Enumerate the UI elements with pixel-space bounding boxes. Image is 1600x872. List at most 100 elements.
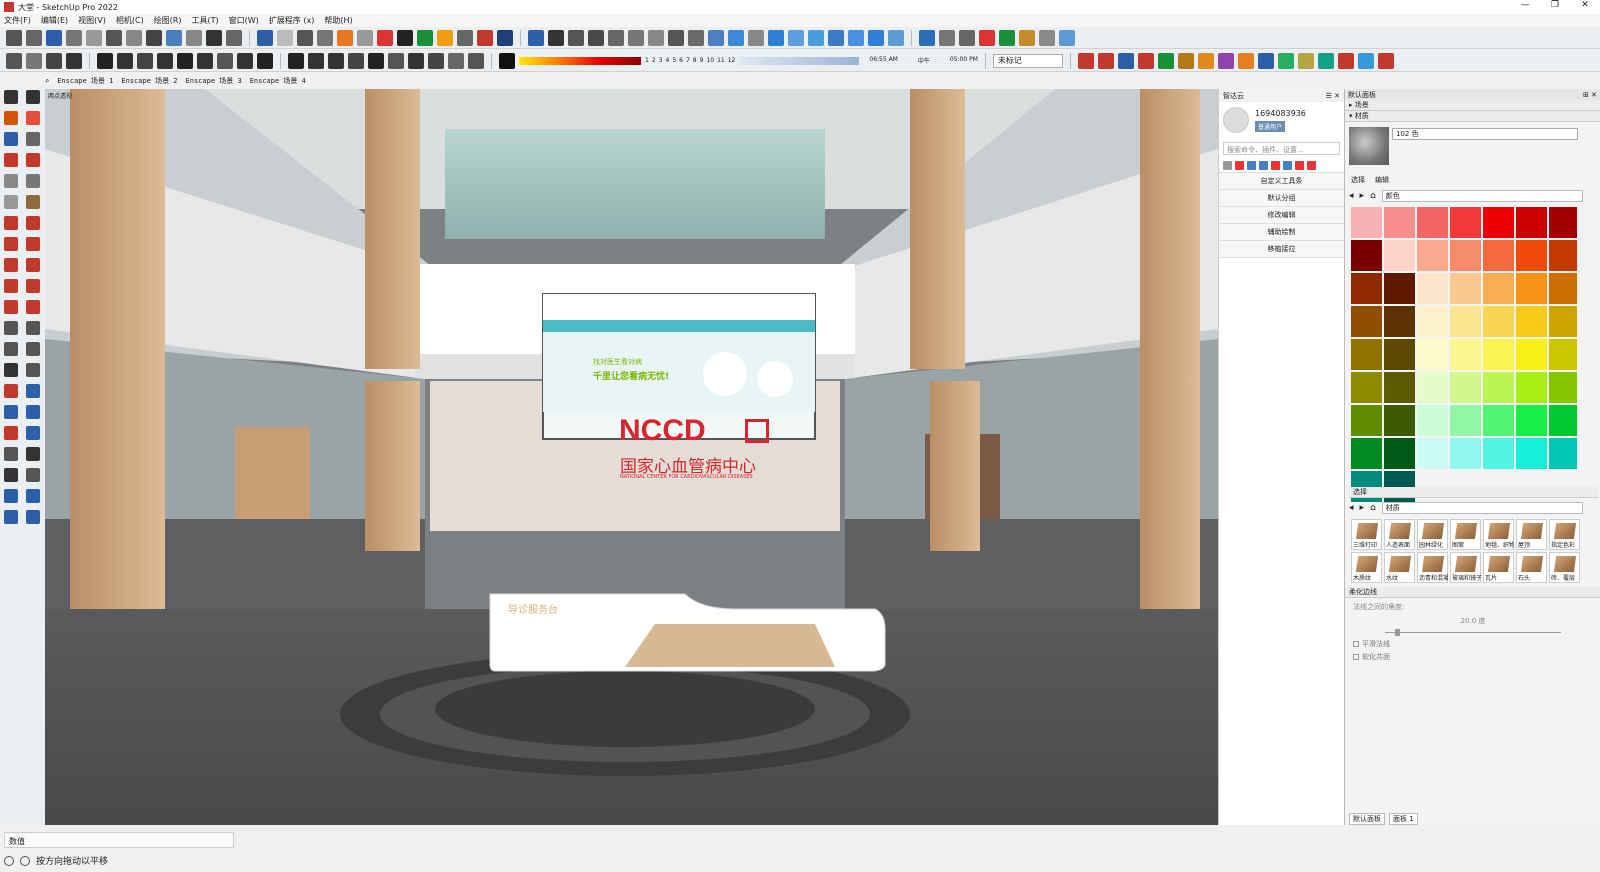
color-swatch[interactable] bbox=[1351, 438, 1382, 469]
toolbar-tool-icon-41[interactable] bbox=[828, 29, 844, 46]
library-dropdown[interactable]: 颜色 bbox=[1381, 189, 1583, 202]
plugin-item-push-pull[interactable]: 移植接拉 bbox=[1219, 241, 1344, 258]
color-swatch[interactable] bbox=[1384, 207, 1415, 238]
soften-coplanar-checkbox[interactable]: 软化共面 bbox=[1353, 652, 1593, 662]
material-folder[interactable]: 指定色彩 bbox=[1549, 519, 1580, 550]
toolbar-tool-icon-28[interactable] bbox=[568, 29, 584, 46]
toolbar-tool-icon-51[interactable] bbox=[1039, 29, 1055, 46]
left-tool-icon-29[interactable] bbox=[4, 384, 18, 398]
section-scenes[interactable]: ▸ 场景 bbox=[1345, 100, 1600, 111]
left-tool-icon-40[interactable] bbox=[26, 489, 40, 503]
toolbar-tool-icon-50[interactable] bbox=[1019, 29, 1035, 46]
left-tool-icon-34[interactable] bbox=[26, 426, 40, 440]
smooth-normals-checkbox[interactable]: 平滑法线 bbox=[1353, 639, 1593, 649]
color-swatch[interactable] bbox=[1351, 306, 1382, 337]
tab-default-tray[interactable]: 默认面板 bbox=[1349, 813, 1385, 825]
color-swatch[interactable] bbox=[1384, 438, 1415, 469]
move-icon[interactable] bbox=[6, 52, 22, 69]
left-tool-icon-20[interactable] bbox=[26, 279, 40, 293]
color-swatch[interactable] bbox=[1516, 405, 1547, 436]
toolbar-tool-icon-48[interactable] bbox=[979, 29, 995, 46]
color-swatch[interactable] bbox=[1351, 207, 1382, 238]
left-tool-icon-39[interactable] bbox=[4, 489, 18, 503]
xray-icon[interactable] bbox=[468, 52, 484, 69]
home-icon-2[interactable]: ⌂ bbox=[1370, 503, 1376, 513]
soften-edges-title[interactable]: 柔化边线 bbox=[1345, 587, 1600, 598]
color-swatch[interactable] bbox=[1483, 207, 1514, 238]
material-folder[interactable]: 屋顶 bbox=[1516, 519, 1547, 550]
toolbar-tool-icon-43[interactable] bbox=[868, 29, 884, 46]
fence-icon[interactable] bbox=[348, 52, 364, 69]
tab-tray-1[interactable]: 面板 1 bbox=[1389, 813, 1418, 825]
color-swatch[interactable] bbox=[1483, 273, 1514, 304]
toolbar-tool-icon-18[interactable] bbox=[357, 29, 373, 46]
left-tool-icon-17[interactable] bbox=[4, 258, 18, 272]
pen-icon[interactable] bbox=[428, 52, 444, 69]
extension-tool-icon-4[interactable] bbox=[1137, 52, 1154, 69]
material-folder[interactable]: 人造表面 bbox=[1384, 519, 1415, 550]
color-swatch[interactable] bbox=[1417, 372, 1448, 403]
left-tool-icon-28[interactable] bbox=[26, 363, 40, 377]
home-icon[interactable]: ⌂ bbox=[1370, 191, 1376, 201]
shape-icon[interactable] bbox=[257, 52, 273, 69]
toolbar-tool-icon-49[interactable] bbox=[999, 29, 1015, 46]
color-swatch[interactable] bbox=[1549, 339, 1577, 370]
toolbar-tool-icon-40[interactable] bbox=[808, 29, 824, 46]
material-folder[interactable]: 园林绿化 bbox=[1417, 519, 1448, 550]
color-swatch[interactable] bbox=[1450, 372, 1481, 403]
material-folder[interactable]: 沥青和混凝土 bbox=[1417, 552, 1448, 583]
material-folder[interactable]: 地毯、织物 bbox=[1483, 519, 1514, 550]
tag-dropdown[interactable]: 未标记 bbox=[992, 53, 1063, 68]
move-red-icon[interactable] bbox=[1235, 161, 1244, 170]
menu-tools[interactable]: 工具(T) bbox=[192, 15, 219, 26]
extension-tool-icon-8[interactable] bbox=[1217, 52, 1234, 69]
color-swatch[interactable] bbox=[1384, 339, 1415, 370]
toolbar-tool-icon-21[interactable] bbox=[417, 29, 433, 46]
spiral-icon[interactable] bbox=[328, 52, 344, 69]
toolbar-tool-icon-14[interactable] bbox=[277, 29, 293, 46]
toolbar-tool-icon-45[interactable] bbox=[919, 29, 935, 46]
slider-handle[interactable] bbox=[1395, 629, 1400, 636]
angle-slider[interactable] bbox=[1385, 629, 1561, 636]
left-tool-icon-12[interactable] bbox=[26, 195, 40, 209]
toolbar-tool-icon-31[interactable] bbox=[628, 29, 644, 46]
left-tool-icon-27[interactable] bbox=[4, 363, 18, 377]
toolbar-tool-icon-32[interactable] bbox=[648, 29, 664, 46]
avatar[interactable] bbox=[1223, 107, 1249, 133]
shadow-date-gradient[interactable] bbox=[519, 56, 641, 65]
shadow-time-bar[interactable] bbox=[739, 56, 860, 65]
color-swatch[interactable] bbox=[1384, 240, 1415, 271]
left-tool-icon-2[interactable] bbox=[26, 90, 40, 104]
toolbar-tool-icon-36[interactable] bbox=[728, 29, 744, 46]
toolbar-tool-icon-46[interactable] bbox=[939, 29, 955, 46]
column-icon[interactable] bbox=[368, 52, 384, 69]
extension-tool-icon-2[interactable] bbox=[1097, 52, 1114, 69]
toolbar-tool-icon-5[interactable] bbox=[86, 29, 102, 46]
extension-tool-icon-15[interactable] bbox=[1357, 52, 1374, 69]
color-swatch[interactable] bbox=[1450, 207, 1481, 238]
material-folder[interactable]: 木质纹 bbox=[1351, 552, 1382, 583]
color-swatch[interactable] bbox=[1351, 240, 1382, 271]
color-swatch[interactable] bbox=[1516, 372, 1547, 403]
left-tool-icon-13[interactable] bbox=[4, 216, 18, 230]
color-swatch[interactable] bbox=[1483, 306, 1514, 337]
color-swatch[interactable] bbox=[1549, 306, 1577, 337]
extension-tool-icon-3[interactable] bbox=[1117, 52, 1134, 69]
toolbar-tool-icon-15[interactable] bbox=[297, 29, 313, 46]
help-icon[interactable] bbox=[20, 855, 30, 866]
left-tool-icon-38[interactable] bbox=[26, 468, 40, 482]
color-swatch[interactable] bbox=[1417, 207, 1448, 238]
section-materials[interactable]: ▾ 材质 bbox=[1345, 111, 1600, 122]
color-swatch[interactable] bbox=[1450, 240, 1481, 271]
left-tool-icon-10[interactable] bbox=[26, 174, 40, 188]
color-swatch[interactable] bbox=[1450, 438, 1481, 469]
color-swatch[interactable] bbox=[1351, 405, 1382, 436]
toolbar-tool-icon-23[interactable] bbox=[457, 29, 473, 46]
color-swatch[interactable] bbox=[1384, 372, 1415, 403]
toolbar-tool-icon-30[interactable] bbox=[608, 29, 624, 46]
left-tool-icon-16[interactable] bbox=[26, 237, 40, 251]
toolbar-tool-icon-8[interactable] bbox=[146, 29, 162, 46]
edit-icon[interactable] bbox=[1283, 161, 1292, 170]
tab-scene-2[interactable]: Enscape 场景 2 bbox=[121, 76, 177, 86]
color-swatch[interactable] bbox=[1351, 372, 1382, 403]
